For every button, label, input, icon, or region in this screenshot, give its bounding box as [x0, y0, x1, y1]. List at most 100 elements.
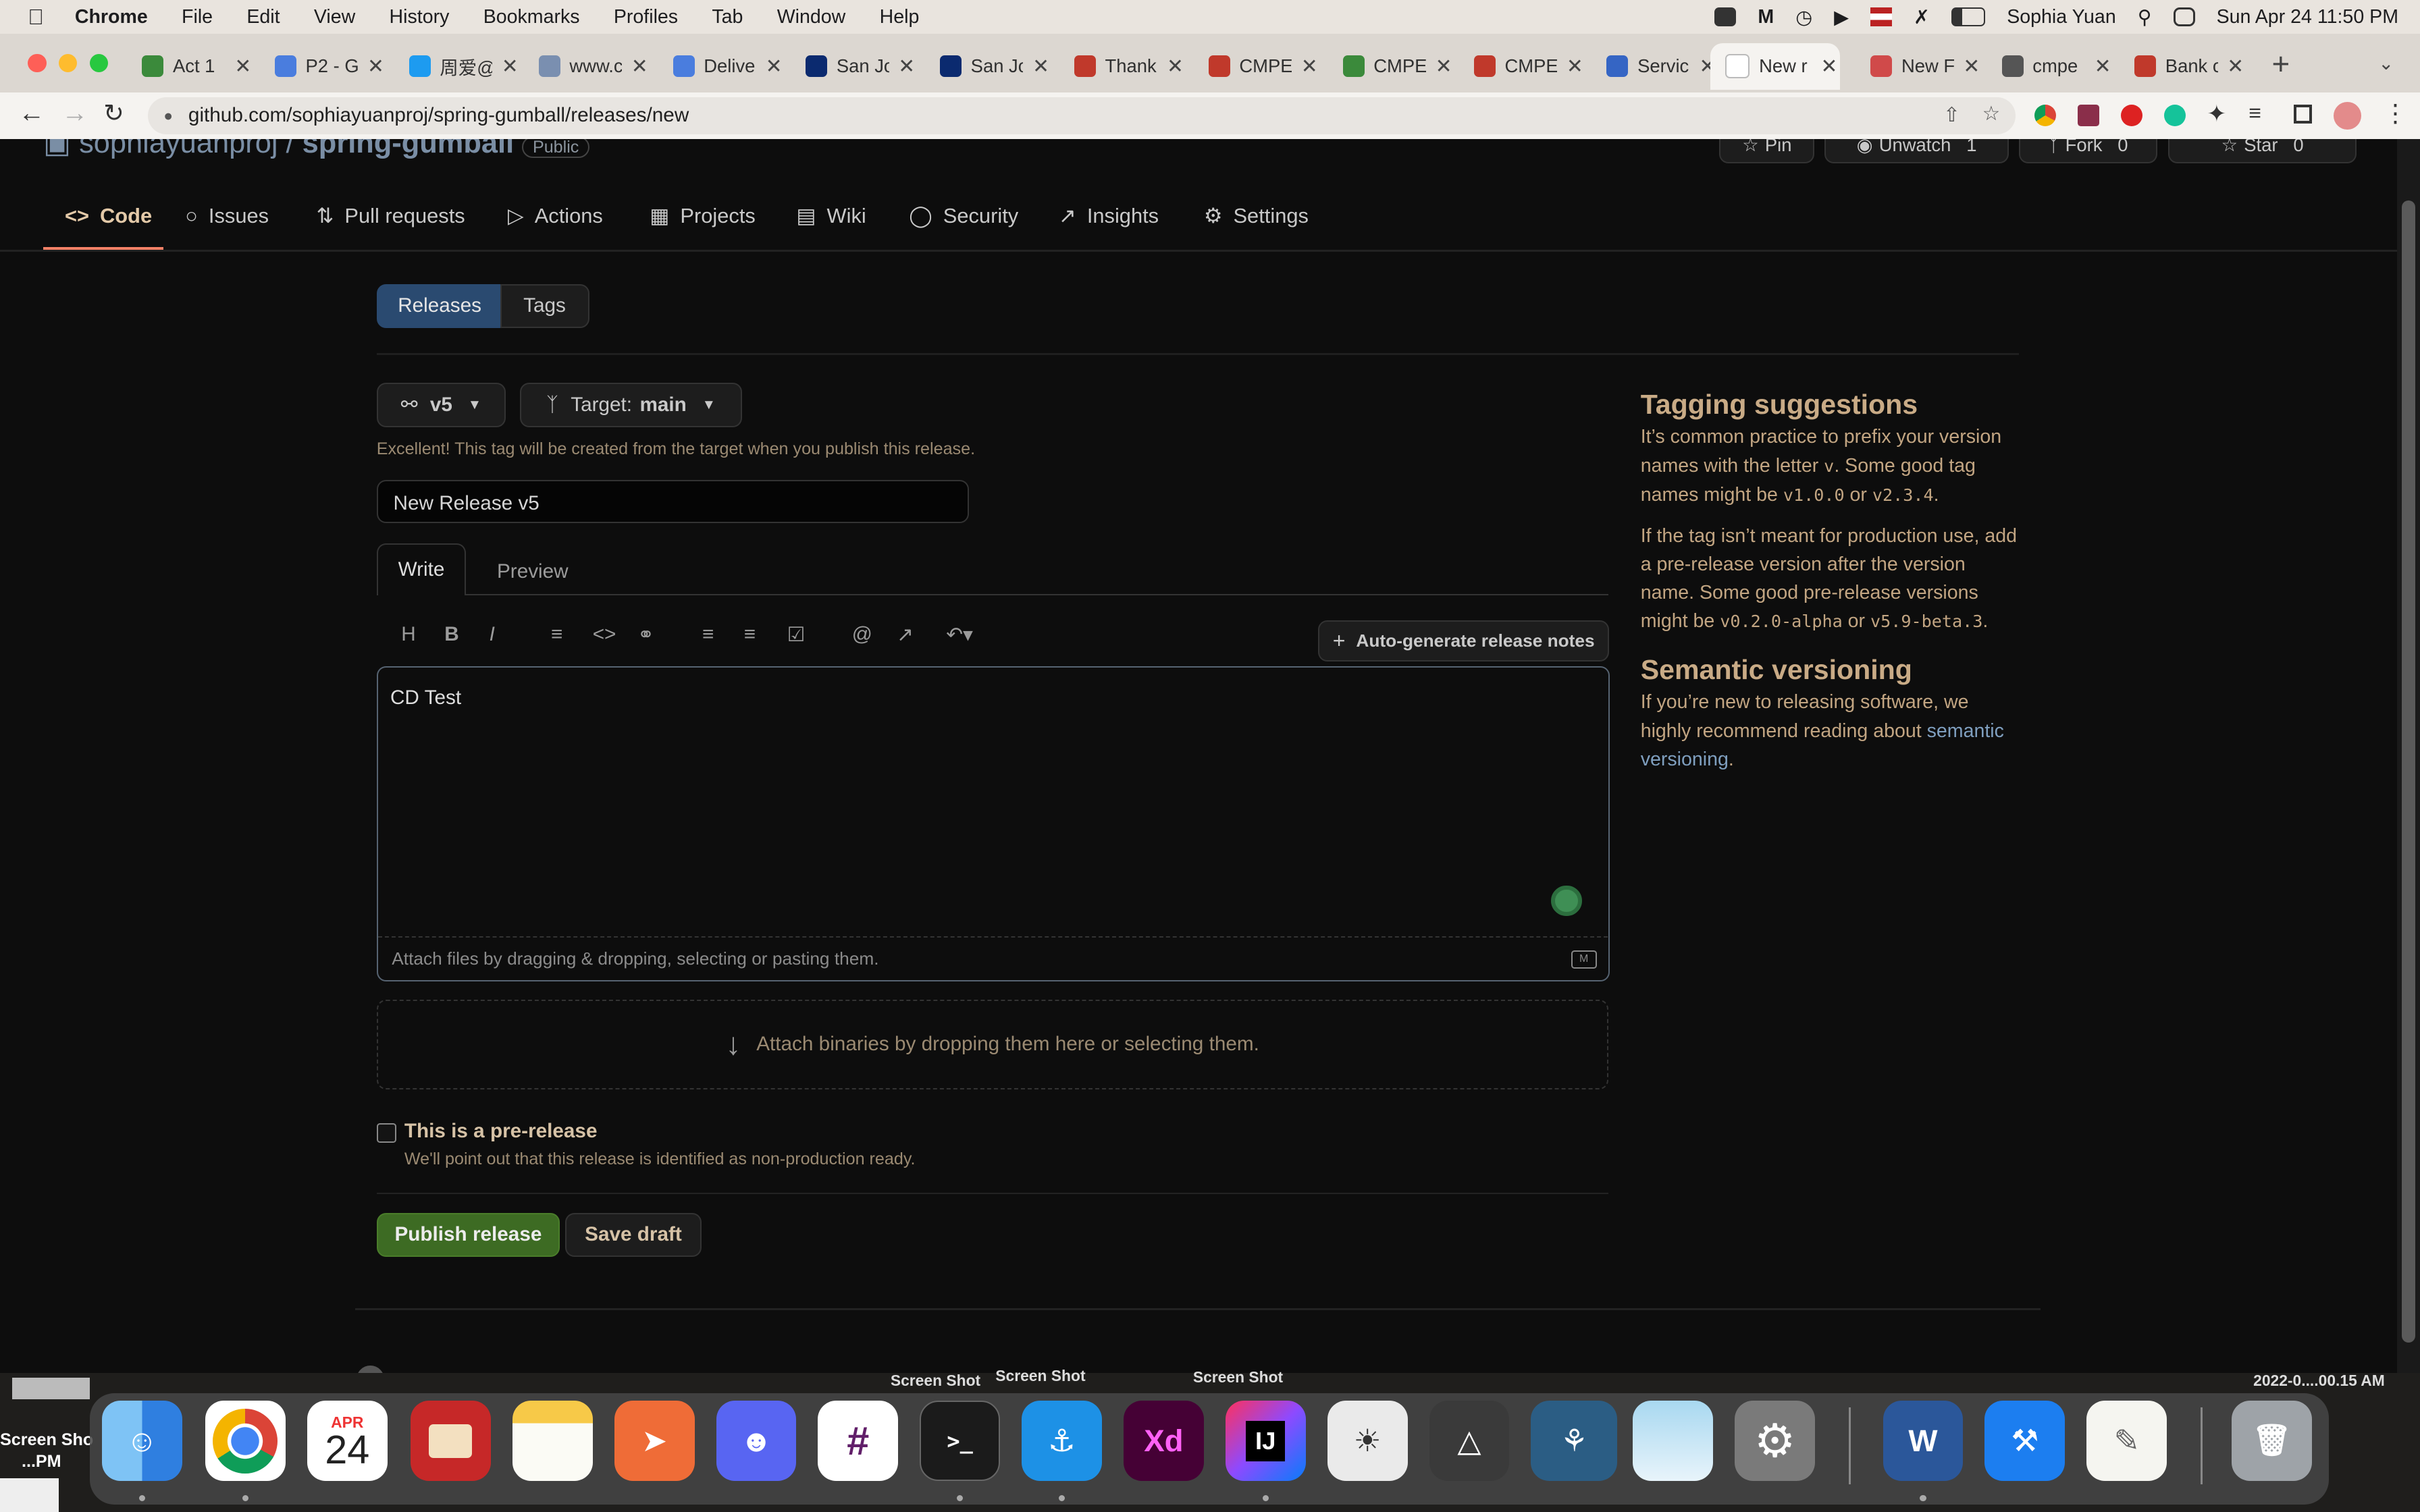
textedit-icon[interactable]: ✎ — [2086, 1401, 2167, 1482]
desktop-file-thumbnail[interactable] — [12, 1378, 90, 1400]
terminal-icon[interactable]: >_ — [920, 1401, 1001, 1482]
desktop-file-right-label[interactable]: 2022-0....00.15 AM — [2253, 1372, 2385, 1390]
save-draft-button[interactable]: Save draft — [564, 1212, 702, 1258]
unwatch-button[interactable]: ◉ Unwatch 1 — [1824, 138, 2009, 163]
unity-icon[interactable]: △ — [1429, 1401, 1510, 1482]
fork-button[interactable]: ᛉ Fork 0 — [2018, 138, 2157, 163]
task-list-icon[interactable]: ☑ — [787, 623, 806, 647]
clock[interactable]: Sun Apr 24 11:50 PM — [2217, 6, 2398, 28]
forward-icon[interactable]: → — [61, 99, 88, 128]
browser-tab[interactable]: CMPE ✕ — [1473, 43, 1583, 90]
prerelease-label[interactable]: This is a pre-release — [404, 1120, 598, 1143]
bold-icon[interactable]: B — [444, 623, 458, 646]
browser-tab[interactable]: Bank c ✕ — [2134, 43, 2244, 90]
calendar-icon[interactable]: APR 24 — [307, 1401, 388, 1482]
xcode-icon[interactable]: ⚒ — [1984, 1401, 2066, 1482]
tab-search-icon[interactable]: ⌄ — [2378, 53, 2394, 74]
time-machine-icon[interactable]: ◷ — [1795, 5, 1812, 29]
menu-profiles[interactable]: Profiles — [614, 6, 678, 28]
desktop-file-screenshot-1[interactable]: Screen Shot — [891, 1372, 980, 1390]
browser-tab[interactable]: Delive ✕ — [673, 43, 783, 90]
browser-tab[interactable]: San Jo ✕ — [939, 43, 1049, 90]
browser-tab[interactable]: www.c ✕ — [538, 43, 648, 90]
page-scrollbar[interactable] — [2396, 138, 2420, 1374]
tab-close-icon[interactable]: ✕ — [2227, 55, 2244, 78]
zoom-window-button[interactable] — [89, 53, 108, 73]
desktop-file-screenshot-2[interactable]: Screen Shot — [995, 1367, 1085, 1385]
browser-tab[interactable]: San Jo ✕ — [806, 43, 915, 90]
tab-projects[interactable]: ▦ Projects — [650, 204, 756, 228]
heading-icon[interactable]: H — [401, 623, 415, 646]
undo-icon[interactable]: ↶▾ — [946, 623, 973, 647]
slack-icon[interactable]: # — [818, 1401, 899, 1482]
battery-icon[interactable] — [1951, 7, 1986, 26]
target-branch-button[interactable]: ᛉ Target: main ▼ — [520, 382, 742, 427]
control-center-icon[interactable] — [2173, 7, 2195, 26]
release-title-input[interactable]: New Release v5 — [376, 479, 970, 523]
microsoft-word-icon[interactable]: W — [1883, 1401, 1964, 1482]
system-preferences-icon[interactable]: ⚙ — [1735, 1401, 1815, 1482]
reload-icon[interactable]: ↻ — [103, 99, 124, 128]
auto-generate-notes-button[interactable]: + Auto-generate release notes — [1317, 620, 1610, 662]
attach-files-hint[interactable]: Attach files by dragging & dropping, sel… — [392, 948, 878, 969]
m-extension-icon[interactable]: M — [1758, 6, 1774, 28]
browser-tab[interactable]: P2 - G ✕ — [274, 43, 384, 90]
tab-close-icon[interactable]: ✕ — [234, 55, 251, 78]
link-icon[interactable]: ⚭ — [637, 623, 654, 647]
back-icon[interactable]: ← — [18, 99, 45, 128]
chrome-icon[interactable] — [205, 1401, 286, 1482]
bluetooth-icon[interactable]: ✗ — [1914, 5, 1930, 29]
grammarly-icon[interactable] — [2163, 105, 2186, 127]
discord-icon[interactable]: ☻ — [716, 1401, 797, 1482]
tab-wiki[interactable]: ▤ Wiki — [796, 204, 866, 228]
trash-icon[interactable]: 🗑 — [2232, 1401, 2312, 1482]
browser-tab[interactable]: CMPE ✕ — [1342, 43, 1452, 90]
tab-security[interactable]: ◯ Security — [909, 204, 1018, 228]
code-icon[interactable]: <> — [593, 623, 616, 646]
address-bar[interactable]: ● github.com/sophiayuanproj/spring-gumba… — [148, 97, 2016, 134]
prerelease-checkbox[interactable] — [376, 1123, 396, 1143]
repo-owner-link[interactable]: sophiayuanproj — [79, 139, 278, 160]
tag-select-button[interactable]: ⚯ v5 ▼ — [376, 382, 506, 427]
minimize-window-button[interactable] — [58, 53, 78, 73]
tab-close-icon[interactable]: ✕ — [502, 55, 519, 78]
tab-pull-requests[interactable]: ⇅ Pull requests — [317, 204, 465, 228]
tab-close-icon[interactable]: ✕ — [1820, 55, 1837, 78]
reference-icon[interactable]: ↗ — [897, 623, 914, 647]
extension-grid-icon[interactable] — [2077, 105, 2099, 127]
menu-edit[interactable]: Edit — [246, 6, 280, 28]
browser-tab[interactable]: Act 1 ✕ — [142, 43, 251, 90]
tab-issues[interactable]: ○ Issues — [185, 204, 269, 228]
browser-tab[interactable]: New r ✕ — [1710, 43, 1840, 90]
lock-icon[interactable]: ● — [163, 107, 173, 125]
menu-help[interactable]: Help — [880, 6, 920, 28]
adobe-xd-icon[interactable]: Xd — [1123, 1401, 1204, 1482]
url-text[interactable]: github.com/sophiayuanproj/spring-gumball… — [188, 104, 689, 127]
publish-release-button[interactable]: Publish release — [376, 1212, 560, 1258]
release-notes-textarea[interactable]: CD Test Attach files by dragging & dropp… — [376, 666, 1610, 981]
photo-booth-icon[interactable] — [410, 1401, 491, 1482]
new-tab-icon[interactable]: + — [2272, 47, 2290, 82]
extensions-puzzle-icon[interactable]: ✦ — [2207, 101, 2227, 128]
star-button[interactable]: ☆ Star 0 — [2168, 138, 2357, 163]
browser-tab[interactable]: 周爱@ ✕ — [409, 43, 519, 90]
mysql-workbench-icon[interactable]: ⚘ — [1531, 1401, 1618, 1482]
tab-close-icon[interactable]: ✕ — [367, 55, 384, 78]
inkscape-icon[interactable]: ☀ — [1327, 1401, 1408, 1482]
tab-close-icon[interactable]: ✕ — [1301, 55, 1318, 78]
italic-icon[interactable]: I — [490, 623, 495, 646]
profile-avatar-icon[interactable] — [2333, 101, 2362, 130]
preview-tab[interactable]: Preview — [497, 560, 569, 583]
extension-chrome-icon[interactable] — [2034, 105, 2056, 127]
user-name[interactable]: Sophia Yuan — [2007, 6, 2116, 28]
tags-tab-button[interactable]: Tags — [500, 284, 589, 329]
bulleted-list-icon[interactable]: ≡ — [702, 623, 714, 646]
tab-insights[interactable]: ↗ Insights — [1059, 204, 1159, 228]
write-tab[interactable]: Write — [376, 543, 467, 596]
tab-close-icon[interactable]: ✕ — [1567, 55, 1583, 78]
tab-close-icon[interactable]: ✕ — [1032, 55, 1049, 78]
close-window-button[interactable] — [28, 53, 47, 73]
browser-tab[interactable]: Thank ✕ — [1074, 43, 1184, 90]
desktop-file-screenshot-3[interactable]: Screen Shot — [1193, 1368, 1283, 1386]
menu-tab[interactable]: Tab — [712, 6, 743, 28]
